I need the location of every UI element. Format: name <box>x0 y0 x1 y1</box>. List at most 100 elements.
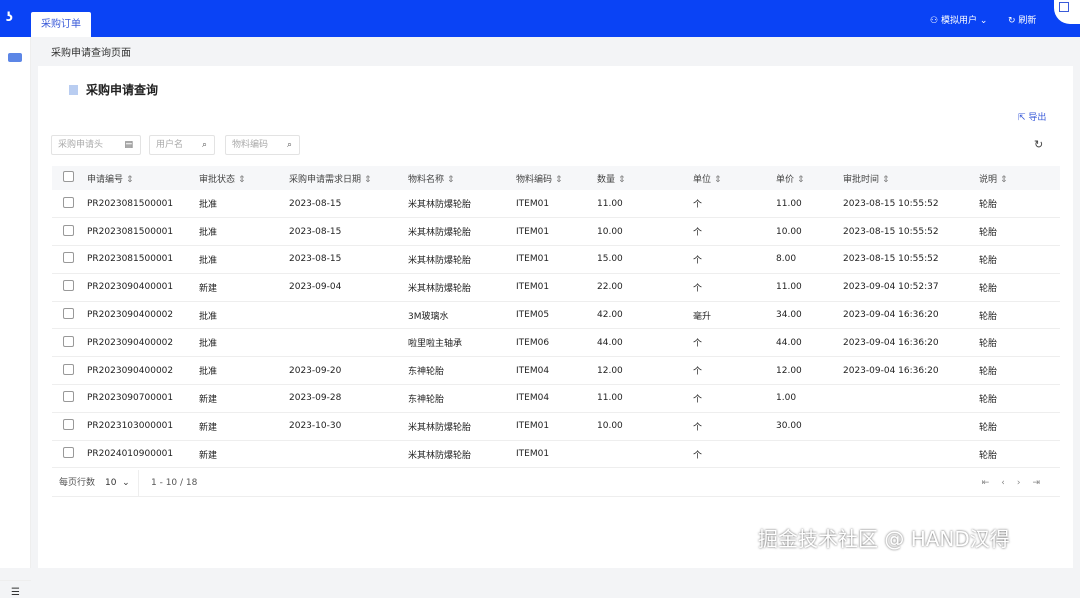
column-header[interactable]: 审批状态 ⇕ <box>199 166 289 190</box>
top-bar: ʖ 采购订单 ⚇ 模拟用户 ⌄ ↻ 刷新 <box>0 0 1080 37</box>
layout-toggle-button[interactable] <box>1054 0 1080 24</box>
page-size-select[interactable]: 10 ⌄ <box>105 470 130 497</box>
sidebar: ☰ <box>0 37 31 598</box>
column-header[interactable]: 申请编号 ⇕ <box>87 166 199 190</box>
row-checkbox[interactable] <box>63 363 74 375</box>
sort-icon[interactable]: ⇕ <box>126 175 134 185</box>
table-cell <box>843 384 979 413</box>
row-checkbox[interactable] <box>63 196 74 208</box>
table-cell: 12.00 <box>776 356 843 386</box>
table-cell: 2023-08-15 <box>289 190 408 219</box>
table-cell <box>843 440 979 469</box>
row-checkbox[interactable] <box>63 447 74 459</box>
table-cell: 30.00 <box>776 412 843 441</box>
reload-table-button[interactable]: ↻ <box>1034 138 1043 151</box>
last-page-button[interactable]: ⇥ <box>1032 478 1052 488</box>
username-filter[interactable]: 用户名 ⌕ <box>149 135 215 155</box>
user-icon: ⚇ <box>930 16 941 26</box>
table-cell: ITEM01 <box>516 412 597 441</box>
table-cell: 15.00 <box>597 245 693 274</box>
table-cell: 8.00 <box>776 245 843 274</box>
column-header[interactable]: 说明 ⇕ <box>979 166 1060 190</box>
request-header-filter[interactable]: 采购申请头 ▤ <box>51 135 141 155</box>
sort-icon[interactable]: ⇕ <box>364 175 372 185</box>
table-cell: 10.00 <box>597 217 693 247</box>
table-cell: 2023-08-15 10:55:52 <box>843 190 979 219</box>
table-cell: PR2023081500001 <box>87 245 199 274</box>
column-header[interactable]: 单位 ⇕ <box>693 166 776 190</box>
refresh-button[interactable]: ↻ 刷新 <box>1008 13 1036 26</box>
collapse-menu-icon[interactable]: ☰ <box>0 580 31 598</box>
table-row[interactable]: PR2023081500001 批准 2023-08-15 米其林防爆轮胎 ITEM01… <box>52 190 1060 219</box>
calendar-search-icon: ▤ <box>124 140 133 150</box>
row-checkbox[interactable] <box>63 419 74 431</box>
row-checkbox[interactable] <box>63 391 74 403</box>
menu-camera-icon[interactable] <box>8 53 22 62</box>
table-cell: 2023-08-15 <box>289 217 408 247</box>
table-row[interactable]: PR2023090400002 批准 3M玻璃水 ITEM05 42.00 毫升 34.00… <box>52 301 1060 330</box>
table-cell: 2023-10-30 <box>289 412 408 441</box>
document-icon <box>69 85 78 95</box>
tab-purchase-order[interactable]: 采购订单 <box>31 12 91 37</box>
table-cell: 2023-09-04 <box>289 273 408 302</box>
table-cell: 啦里啦主轴承 <box>408 328 516 358</box>
table-cell: 44.00 <box>597 328 693 358</box>
table-cell: 2023-08-15 10:55:52 <box>843 245 979 274</box>
export-button[interactable]: ⇱ 导出 <box>1018 110 1046 123</box>
table-cell: 轮胎 <box>979 412 1060 441</box>
sort-icon[interactable]: ⇕ <box>797 175 805 185</box>
table-cell <box>843 412 979 441</box>
table-cell: 个 <box>693 328 776 358</box>
table-cell <box>289 301 408 330</box>
chevron-down-icon: ⌄ <box>976 16 988 26</box>
column-header[interactable]: 数量 ⇕ <box>597 166 693 190</box>
table-cell: 轮胎 <box>979 190 1060 219</box>
row-checkbox[interactable] <box>63 308 74 320</box>
table-cell: 批准 <box>199 217 289 247</box>
column-header[interactable]: 审批时间 ⇕ <box>843 166 979 190</box>
column-header[interactable]: 单价 ⇕ <box>776 166 843 190</box>
row-checkbox[interactable] <box>63 252 74 264</box>
table-cell: 批准 <box>199 356 289 386</box>
row-checkbox[interactable] <box>63 224 74 236</box>
table-cell: 轮胎 <box>979 273 1060 302</box>
first-page-button[interactable]: ⇤ <box>982 478 1002 488</box>
table-cell: 新建 <box>199 412 289 441</box>
table-row[interactable]: PR2023090400002 批准 2023-09-20 东神轮胎 ITEM04 12.… <box>52 356 1060 386</box>
layout-icon <box>1059 2 1069 12</box>
table-row[interactable]: PR2023090400002 批准 啦里啦主轴承 ITEM06 44.00 个 44.00… <box>52 328 1060 358</box>
next-page-button[interactable]: › <box>1017 478 1033 488</box>
export-icon: ⇱ <box>1018 113 1029 123</box>
column-header[interactable]: 采购申请需求日期 ⇕ <box>289 166 408 190</box>
sort-icon[interactable]: ⇕ <box>714 175 722 185</box>
select-all-checkbox[interactable] <box>63 171 74 182</box>
material-code-filter[interactable]: 物料编码 ⌕ <box>225 135 300 155</box>
row-checkbox[interactable] <box>63 335 74 347</box>
table-cell: PR2023090700001 <box>87 384 199 413</box>
sort-icon[interactable]: ⇕ <box>618 175 626 185</box>
table-row[interactable]: PR2024010900001 新建 米其林防爆轮胎 ITEM01 个 轮胎 <box>52 440 1060 469</box>
sort-icon[interactable]: ⇕ <box>1000 175 1008 185</box>
prev-page-button[interactable]: ‹ <box>1001 478 1017 488</box>
table-cell: PR2023090400002 <box>87 328 199 358</box>
column-header[interactable]: 物料名称 ⇕ <box>408 166 516 190</box>
sort-icon[interactable]: ⇕ <box>238 175 246 185</box>
watermark: 掘金技术社区 @ HAND汉得 <box>758 527 1010 551</box>
column-header[interactable]: 物料编码 ⇕ <box>516 166 597 190</box>
table-cell: 3M玻璃水 <box>408 301 516 330</box>
row-checkbox[interactable] <box>63 280 74 292</box>
sort-icon[interactable]: ⇕ <box>555 175 563 185</box>
table-row[interactable]: PR2023081500001 批准 2023-08-15 米其林防爆轮胎 ITEM01… <box>52 245 1060 274</box>
table-row[interactable]: PR2023081500001 批准 2023-08-15 米其林防爆轮胎 ITEM01… <box>52 217 1060 247</box>
table-cell: PR2023103000001 <box>87 412 199 441</box>
table-row[interactable]: PR2023103000001 新建 2023-10-30 米其林防爆轮胎 ITEM01… <box>52 412 1060 441</box>
user-menu[interactable]: ⚇ 模拟用户 ⌄ <box>930 13 987 26</box>
table-row[interactable]: PR2023090400001 新建 2023-09-04 米其林防爆轮胎 ITEM01… <box>52 273 1060 302</box>
sort-icon[interactable]: ⇕ <box>882 175 890 185</box>
refresh-icon: ↻ <box>1008 16 1019 26</box>
table-cell: ITEM01 <box>516 217 597 247</box>
table-cell <box>776 440 843 469</box>
table-row[interactable]: PR2023090700001 新建 2023-09-28 东神轮胎 ITEM04 11.… <box>52 384 1060 413</box>
table-cell: 米其林防爆轮胎 <box>408 412 516 441</box>
sort-icon[interactable]: ⇕ <box>447 175 455 185</box>
